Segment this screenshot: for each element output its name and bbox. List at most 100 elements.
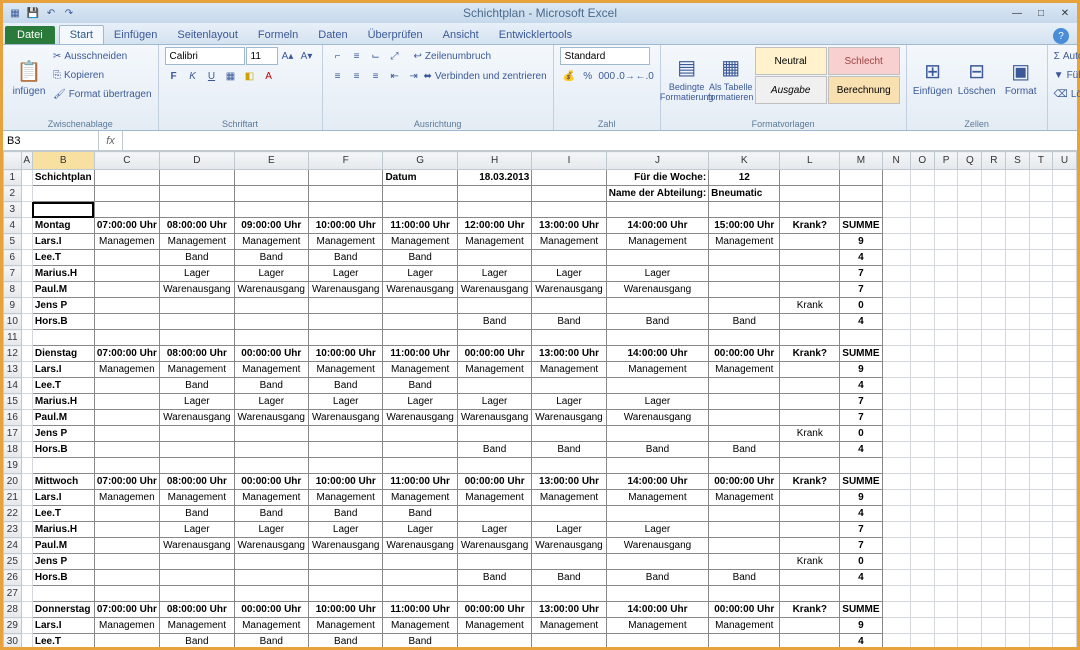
- cell[interactable]: [21, 554, 32, 570]
- cell[interactable]: [1006, 602, 1030, 618]
- cell[interactable]: [309, 314, 383, 330]
- time-header[interactable]: 13:00:00 Uhr: [532, 602, 606, 618]
- cell[interactable]: [21, 362, 32, 378]
- row-header[interactable]: 21: [4, 490, 22, 506]
- cell[interactable]: [910, 586, 934, 602]
- cell[interactable]: [1053, 394, 1077, 410]
- cell[interactable]: [21, 298, 32, 314]
- cell[interactable]: [21, 330, 32, 346]
- cell[interactable]: [910, 250, 934, 266]
- cell[interactable]: [780, 538, 840, 554]
- cell[interactable]: [234, 170, 308, 186]
- task-cell[interactable]: Management: [532, 490, 606, 506]
- cell[interactable]: [910, 346, 934, 362]
- staff-name[interactable]: Paul.M: [32, 282, 94, 298]
- cell[interactable]: [21, 410, 32, 426]
- cell[interactable]: [709, 250, 780, 266]
- task-cell[interactable]: Management: [234, 362, 308, 378]
- task-cell[interactable]: Band: [160, 250, 234, 266]
- cell[interactable]: [882, 314, 910, 330]
- row-header[interactable]: 28: [4, 602, 22, 618]
- increase-font-icon[interactable]: A▴: [279, 47, 297, 65]
- task-cell[interactable]: Warenausgang: [532, 410, 606, 426]
- cell[interactable]: [21, 570, 32, 586]
- cell[interactable]: [1029, 522, 1052, 538]
- staff-name[interactable]: Lars.I: [32, 618, 94, 634]
- title-cell[interactable]: Schichtplan: [32, 170, 94, 186]
- task-cell[interactable]: Management: [234, 618, 308, 634]
- cell[interactable]: [840, 186, 882, 202]
- cell[interactable]: [383, 554, 457, 570]
- cell[interactable]: [606, 634, 708, 648]
- row-header[interactable]: 27: [4, 586, 22, 602]
- cell[interactable]: [934, 314, 958, 330]
- cell[interactable]: [934, 570, 958, 586]
- summe-header[interactable]: SUMME: [840, 218, 882, 234]
- col-header-A[interactable]: A: [21, 152, 32, 170]
- row-header[interactable]: 10: [4, 314, 22, 330]
- cell[interactable]: [1029, 362, 1052, 378]
- time-header[interactable]: 08:00:00 Uhr: [160, 346, 234, 362]
- cell[interactable]: [1006, 442, 1030, 458]
- row-header[interactable]: 24: [4, 538, 22, 554]
- staff-name[interactable]: Lee.T: [32, 250, 94, 266]
- cell[interactable]: [21, 266, 32, 282]
- cell[interactable]: [1006, 250, 1030, 266]
- task-cell[interactable]: Managemen: [94, 234, 160, 250]
- cell[interactable]: [234, 298, 308, 314]
- row-header[interactable]: 22: [4, 506, 22, 522]
- value-datum[interactable]: 18.03.2013: [457, 170, 531, 186]
- cell[interactable]: [32, 186, 94, 202]
- cell[interactable]: [1006, 506, 1030, 522]
- font-name-select[interactable]: Calibri: [165, 47, 245, 65]
- cell[interactable]: [1029, 282, 1052, 298]
- cell[interactable]: [1053, 362, 1077, 378]
- cell[interactable]: [840, 170, 882, 186]
- currency-icon[interactable]: 💰: [560, 67, 578, 85]
- cell[interactable]: [910, 442, 934, 458]
- staff-name[interactable]: Paul.M: [32, 538, 94, 554]
- col-header-P[interactable]: P: [934, 152, 958, 170]
- cell[interactable]: [709, 378, 780, 394]
- time-header[interactable]: 13:00:00 Uhr: [532, 346, 606, 362]
- cell[interactable]: [910, 282, 934, 298]
- cell[interactable]: [934, 378, 958, 394]
- task-cell[interactable]: Management: [234, 490, 308, 506]
- cell[interactable]: [982, 266, 1006, 282]
- cell[interactable]: [882, 362, 910, 378]
- cell[interactable]: [882, 474, 910, 490]
- cell[interactable]: [1006, 202, 1030, 218]
- cell[interactable]: [457, 330, 531, 346]
- cell[interactable]: [982, 634, 1006, 648]
- cell[interactable]: [21, 426, 32, 442]
- cell[interactable]: [982, 362, 1006, 378]
- sum-cell[interactable]: 9: [840, 362, 882, 378]
- cell[interactable]: [457, 378, 531, 394]
- cell[interactable]: [1029, 250, 1052, 266]
- cell[interactable]: [21, 474, 32, 490]
- cell[interactable]: [1029, 490, 1052, 506]
- cell[interactable]: [958, 522, 982, 538]
- cell[interactable]: [958, 234, 982, 250]
- task-cell[interactable]: Management: [160, 618, 234, 634]
- cell[interactable]: [982, 618, 1006, 634]
- cell[interactable]: [160, 186, 234, 202]
- task-cell[interactable]: Management: [532, 618, 606, 634]
- cell[interactable]: [21, 442, 32, 458]
- cell[interactable]: [982, 282, 1006, 298]
- cell[interactable]: [958, 506, 982, 522]
- krank-header[interactable]: Krank?: [780, 346, 840, 362]
- cell[interactable]: [780, 410, 840, 426]
- cell[interactable]: [958, 314, 982, 330]
- time-header[interactable]: 00:00:00 Uhr: [709, 346, 780, 362]
- cell[interactable]: [606, 202, 708, 218]
- cell[interactable]: [958, 202, 982, 218]
- cell[interactable]: [982, 474, 1006, 490]
- clear-button[interactable]: ⌫Löschen: [1054, 85, 1080, 103]
- underline-button[interactable]: U: [203, 67, 221, 85]
- fx-icon[interactable]: fx: [99, 131, 123, 150]
- fill-color-button[interactable]: ◧: [241, 67, 259, 85]
- cell[interactable]: [94, 314, 160, 330]
- time-header[interactable]: 00:00:00 Uhr: [457, 346, 531, 362]
- cell[interactable]: [1029, 426, 1052, 442]
